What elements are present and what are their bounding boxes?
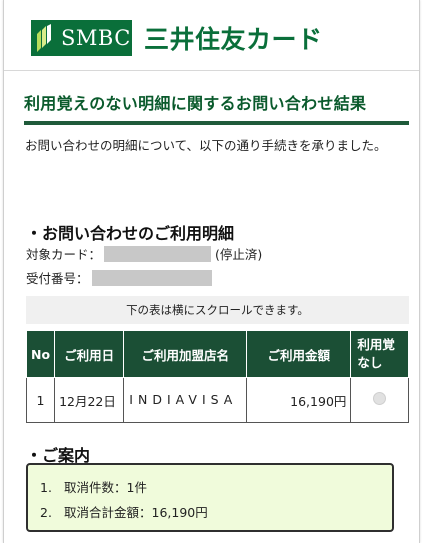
card-number-mask xyxy=(104,245,212,262)
page-title: 利用覚えのない明細に関するお問い合わせ結果 xyxy=(24,90,409,125)
statement-table-scroll[interactable]: No ご利用日 ご利用加盟店名 ご利用金額 利用覚 なし 1 12月22日 IN… xyxy=(26,330,409,426)
col-header-no: No xyxy=(26,330,56,378)
row-no: 1 xyxy=(26,377,56,423)
row-amount: 16,190円 xyxy=(246,377,352,423)
guide-item-text: 取消合計金額：16,190円 xyxy=(64,505,208,520)
row-merchant: INDIAVISA xyxy=(123,377,248,423)
smbc-logo-text: SMBC xyxy=(61,26,131,50)
col-header-unrecognized: 利用覚 なし xyxy=(350,330,409,378)
page-container: SMBC 三井住友カード 利用覚えのない明細に関するお問い合わせ結果 お問い合わ… xyxy=(3,0,420,543)
smbc-logo-box: SMBC xyxy=(31,20,132,56)
statement-table: No ご利用日 ご利用加盟店名 ご利用金額 利用覚 なし 1 12月22日 IN… xyxy=(26,330,409,423)
guide-item-number: 1. xyxy=(40,480,52,495)
guide-item-number: 2. xyxy=(40,505,52,520)
guide-item: 1. 取消件数：1件 xyxy=(40,475,392,500)
header-divider xyxy=(4,70,419,71)
table-row: 1 12月22日 INDIAVISA 16,190円 xyxy=(26,377,409,423)
col-header-amount: ご利用金額 xyxy=(246,330,352,378)
card-status: (停止済) xyxy=(215,247,263,262)
row-unrecognized-cell xyxy=(350,377,409,423)
card-field-row: 対象カード： (停止済) xyxy=(26,244,262,263)
card-label: 対象カード： xyxy=(26,247,102,262)
guide-box: 1. 取消件数：1件 2. 取消合計金額：16,190円 xyxy=(26,463,394,532)
guide-item-text: 取消件数：1件 xyxy=(64,480,147,495)
col-header-date: ご利用日 xyxy=(54,330,125,378)
details-section-heading: ・お問い合わせのご利用明細 xyxy=(26,224,235,243)
receipt-label: 受付番号： xyxy=(26,271,89,286)
scroll-note: 下の表は横にスクロールできます。 xyxy=(26,296,409,324)
smbc-leaf-icon xyxy=(37,24,51,52)
receipt-number-mask xyxy=(91,269,212,286)
unrecognized-radio[interactable] xyxy=(373,392,387,405)
brand-logo[interactable]: SMBC 三井住友カード xyxy=(31,20,323,56)
brand-name: 三井住友カード xyxy=(144,25,323,54)
receipt-field-row: 受付番号： xyxy=(26,268,212,287)
guide-item: 2. 取消合計金額：16,190円 xyxy=(40,500,392,525)
intro-text: お問い合わせの明細について、以下の通り手続きを承りました。 xyxy=(25,138,387,153)
row-date: 12月22日 xyxy=(54,377,125,423)
table-header-row: No ご利用日 ご利用加盟店名 ご利用金額 利用覚 なし xyxy=(26,330,409,378)
col-header-merchant: ご利用加盟店名 xyxy=(123,330,248,378)
